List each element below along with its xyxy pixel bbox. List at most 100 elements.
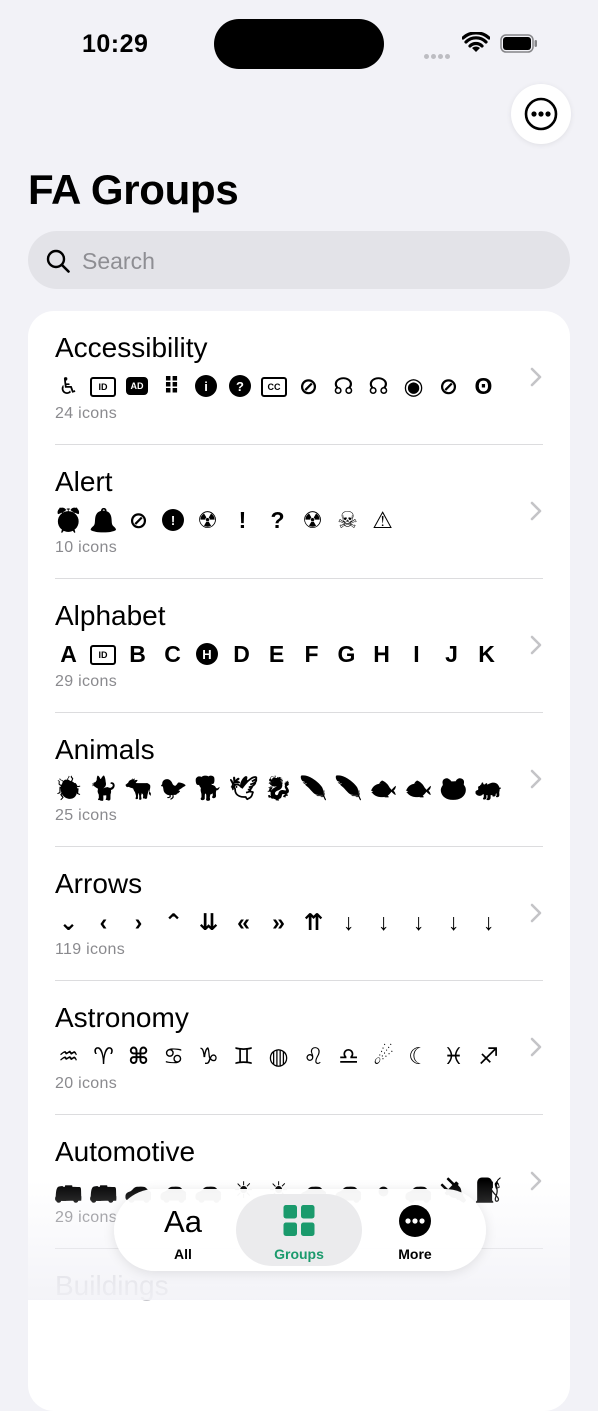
preview-glyph-icon: ↓ xyxy=(377,909,390,935)
preview-glyph-icon: K xyxy=(478,641,495,667)
group-row[interactable]: Alert ⏰ 🔔 ⊘! ☢!? ☢ ☠ ⚠ 10 icons xyxy=(28,445,570,579)
preview-glyph-icon: 🕊 xyxy=(228,775,259,801)
text-aa-icon: Aa xyxy=(164,1204,202,1239)
preview-glyph-icon: ♎ xyxy=(338,1043,359,1069)
group-icon-count: 29 icons xyxy=(55,1209,117,1226)
preview-glyph-icon: ☊ xyxy=(333,373,354,399)
preview-glyph-icon: ♈ xyxy=(93,1043,114,1069)
preview-glyph-icon: ↓ xyxy=(412,909,425,935)
preview-glyph-icon: C xyxy=(164,641,181,667)
preview-glyph-icon: ID xyxy=(90,645,116,665)
preview-glyph-icon: 🐕 xyxy=(194,775,223,801)
preview-glyph-icon: ↓ xyxy=(482,909,495,935)
preview-glyph-icon: ⛽ xyxy=(474,1177,503,1203)
wifi-icon xyxy=(462,32,490,52)
preview-glyph-icon: ⠿ xyxy=(162,373,181,399)
group-name: Accessibility xyxy=(55,332,208,363)
preview-glyph-icon: ? xyxy=(270,507,285,533)
preview-glyph-icon: ♿ xyxy=(58,373,79,399)
preview-glyph-icon: 🚌 xyxy=(54,1177,83,1203)
preview-glyph-icon: ♓ xyxy=(443,1043,464,1069)
search-input[interactable] xyxy=(80,231,544,291)
preview-glyph-icon: ⌘ xyxy=(127,1043,150,1069)
group-name: Buildings xyxy=(55,1270,169,1301)
group-row[interactable]: Alphabet A ID B C H D E F G H I J K 29 icons xyxy=(28,579,570,713)
chevron-right-icon xyxy=(530,903,542,923)
group-icon-count: 25 icons xyxy=(55,807,117,824)
preview-glyph-icon: G xyxy=(337,641,356,667)
tab-all-label: All xyxy=(174,1246,192,1262)
ellipsis-circle-fill-icon xyxy=(399,1205,431,1237)
preview-glyph-icon: ♊ xyxy=(233,1043,254,1069)
preview-glyph-icon: ♋ xyxy=(163,1043,184,1069)
preview-glyph-icon: ⌄ xyxy=(58,909,79,935)
tab-groups[interactable]: Groups xyxy=(236,1194,362,1266)
group-row[interactable]: Accessibility ♿ ID AD ⠿ i? CC ⊘ ☊ ☊ ◉ ⊘ ʘ 24 icons xyxy=(28,311,570,445)
preview-glyph-icon: ♒ xyxy=(58,1043,79,1069)
chevron-right-icon xyxy=(530,501,542,521)
group-name: Arrows xyxy=(55,868,143,899)
group-row[interactable]: Animals 🐞 🐈 🐄 🐦 🐕 🕊 🐉 🪶 🪶 🐟 🐟 🐸 🦛 25 icons xyxy=(28,713,570,847)
dynamic-island xyxy=(214,19,384,69)
preview-glyph-icon: › xyxy=(134,909,143,935)
more-options-button[interactable] xyxy=(511,84,571,144)
preview-glyph-icon: ☾ xyxy=(408,1043,429,1069)
group-icon-preview: ♒ ♈ ⌘ ♋ ♑ ♊ ◍ ♌ ♎ ☄ ☾ ♓ ♐ xyxy=(55,1043,502,1071)
preview-glyph-icon: F xyxy=(304,641,319,667)
preview-glyph-icon: ☠ xyxy=(337,507,358,533)
preview-glyph-icon: ☊ xyxy=(368,373,389,399)
preview-glyph-icon: ? xyxy=(229,375,251,397)
search-bar[interactable] xyxy=(28,231,570,291)
group-icon-count: 10 icons xyxy=(55,539,117,556)
preview-glyph-icon: 🐟 xyxy=(404,775,433,801)
preview-glyph-icon: ◍ xyxy=(268,1043,289,1069)
group-icon-count: 24 icons xyxy=(55,405,117,422)
chevron-right-icon xyxy=(530,367,542,387)
preview-glyph-icon: I xyxy=(413,641,420,667)
preview-glyph-icon: « xyxy=(237,909,250,935)
status-bar: 10:29 xyxy=(0,0,598,90)
preview-glyph-icon: B xyxy=(129,641,146,667)
preview-glyph-icon: ! xyxy=(162,509,184,531)
preview-glyph-icon: E xyxy=(268,641,285,667)
chevron-right-icon xyxy=(530,769,542,789)
tab-all[interactable]: Aa All xyxy=(124,1194,242,1266)
grid-squares-icon xyxy=(283,1205,315,1236)
preview-glyph-icon: AD xyxy=(126,377,148,395)
tab-more[interactable]: More xyxy=(356,1194,474,1266)
preview-glyph-icon: » xyxy=(272,909,285,935)
tab-more-label: More xyxy=(398,1246,432,1262)
preview-glyph-icon: ⚠ xyxy=(372,507,393,533)
chevron-right-icon xyxy=(530,1037,542,1057)
group-row[interactable]: Arrows ⌄ ‹ › ⌃ ⇊ « » ⇈ ↓ ↓ ↓ ↓ ↓ 119 icons xyxy=(28,847,570,981)
preview-glyph-icon: ‹ xyxy=(99,909,108,935)
page-title: FA Groups xyxy=(28,166,239,213)
preview-glyph-icon: CC xyxy=(261,377,287,397)
preview-glyph-icon: ⇊ xyxy=(198,909,219,935)
chevron-right-icon xyxy=(530,1171,542,1191)
preview-glyph-icon: ♑ xyxy=(198,1043,219,1069)
cellular-signal-icon xyxy=(424,46,454,59)
group-name: Astronomy xyxy=(55,1002,189,1033)
preview-glyph-icon: ◉ xyxy=(403,373,424,399)
group-row[interactable]: Astronomy ♒ ♈ ⌘ ♋ ♑ ♊ ◍ ♌ ♎ ☄ ☾ ♓ ♐ 20 icons xyxy=(28,981,570,1115)
status-time: 10:29 xyxy=(82,30,149,58)
group-icon-preview: ♿ ID AD ⠿ i? CC ⊘ ☊ ☊ ◉ ⊘ ʘ xyxy=(55,373,497,401)
preview-glyph-icon: 🐸 xyxy=(439,775,468,801)
preview-glyph-icon: 🐉 xyxy=(264,775,293,801)
group-icon-count: 119 icons xyxy=(55,941,126,958)
preview-glyph-icon: A xyxy=(60,641,77,667)
group-name: Automotive xyxy=(55,1136,196,1167)
preview-glyph-icon: 🪶 xyxy=(334,775,363,801)
tab-groups-label: Groups xyxy=(274,1246,324,1262)
preview-glyph-icon: 🐞 xyxy=(54,775,83,801)
preview-glyph-icon: 🐟 xyxy=(369,775,398,801)
group-icon-preview: 🐞 🐈 🐄 🐦 🐕 🕊 🐉 🪶 🪶 🐟 🐟 🐸 🦛 xyxy=(54,775,503,803)
group-icon-count: 29 icons xyxy=(55,673,117,690)
preview-glyph-icon: ! xyxy=(238,507,247,533)
preview-glyph-icon: ⇈ xyxy=(303,909,324,935)
preview-glyph-icon: ♐ xyxy=(478,1043,499,1069)
preview-glyph-icon: ☢ xyxy=(302,507,323,533)
preview-glyph-icon: 🚌 xyxy=(89,1177,118,1203)
preview-glyph-icon: ⊘ xyxy=(128,507,149,533)
